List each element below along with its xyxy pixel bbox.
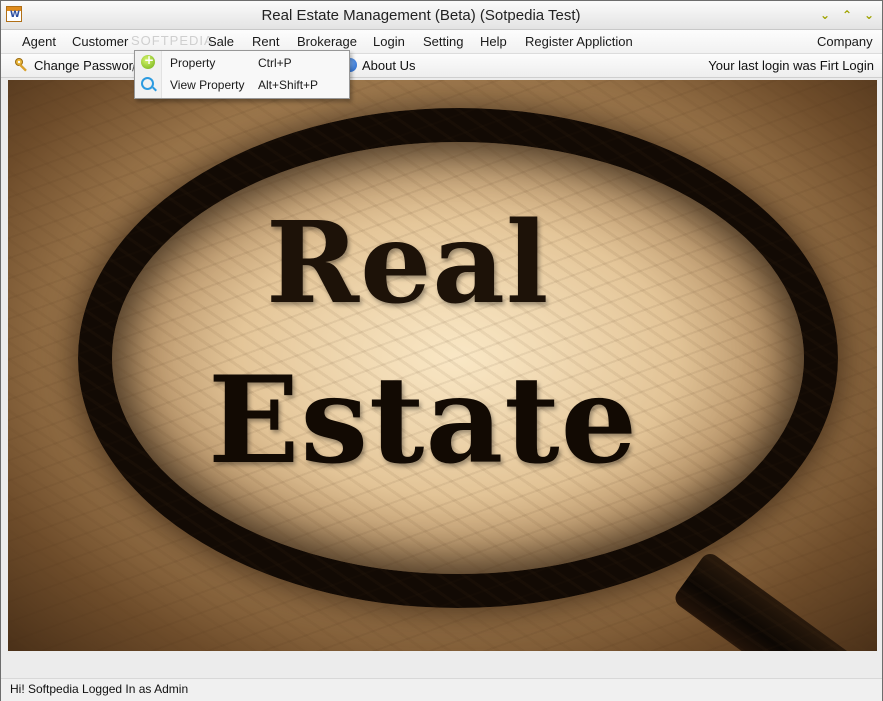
search-icon	[141, 77, 154, 90]
menu-item-shortcut: Ctrl+P	[258, 56, 292, 70]
about-us-button[interactable]: About Us	[362, 58, 415, 73]
maximize-icon[interactable]: ⌃	[840, 9, 854, 21]
menu-setting[interactable]: Setting	[423, 34, 463, 49]
sale-dropdown-menu: Property Ctrl+P View Property Alt+Shift+…	[134, 50, 350, 99]
login-status: Your last login was Firt Login	[708, 58, 874, 73]
close-icon[interactable]: ⌄	[862, 9, 876, 21]
menu-item-property[interactable]: Property Ctrl+P	[135, 52, 349, 74]
menu-help[interactable]: Help	[480, 34, 507, 49]
menu-brokerage[interactable]: Brokerage	[297, 34, 357, 49]
key-icon	[15, 58, 27, 72]
menu-item-view-property[interactable]: View Property Alt+Shift+P	[135, 74, 349, 96]
status-text: Hi! Softpedia Logged In as Admin	[10, 682, 189, 696]
minimize-icon[interactable]: ⌄	[818, 9, 832, 21]
menu-item-label: Property	[170, 56, 216, 70]
app-window: Real Estate Management (Beta) (Sotpedia …	[0, 0, 883, 701]
window-title: Real Estate Management (Beta) (Sotpedia …	[261, 7, 581, 24]
change-password-button[interactable]: Change Password	[34, 58, 140, 73]
menu-customer[interactable]: Customer	[72, 34, 128, 49]
add-icon	[141, 53, 155, 69]
magnifier-handle	[671, 550, 877, 651]
watermark: SOFTPEDIA	[131, 33, 214, 48]
menu-item-label: View Property	[170, 78, 245, 92]
menu-company[interactable]: Company	[817, 34, 873, 49]
menu-sale[interactable]: Sale	[208, 34, 234, 49]
menu-register[interactable]: Register Appliction	[525, 34, 633, 49]
menu-agent[interactable]: Agent	[22, 34, 56, 49]
menu-login[interactable]: Login	[373, 34, 405, 49]
menu-rent[interactable]: Rent	[252, 34, 279, 49]
status-bar: Hi! Softpedia Logged In as Admin	[1, 678, 882, 701]
title-bar[interactable]: Real Estate Management (Beta) (Sotpedia …	[1, 1, 882, 30]
real-estate-banner: Real Estate	[8, 80, 877, 651]
menu-item-shortcut: Alt+Shift+P	[258, 78, 319, 92]
banner-word-estate: Estate	[208, 350, 638, 491]
banner-word-real: Real	[266, 198, 550, 329]
